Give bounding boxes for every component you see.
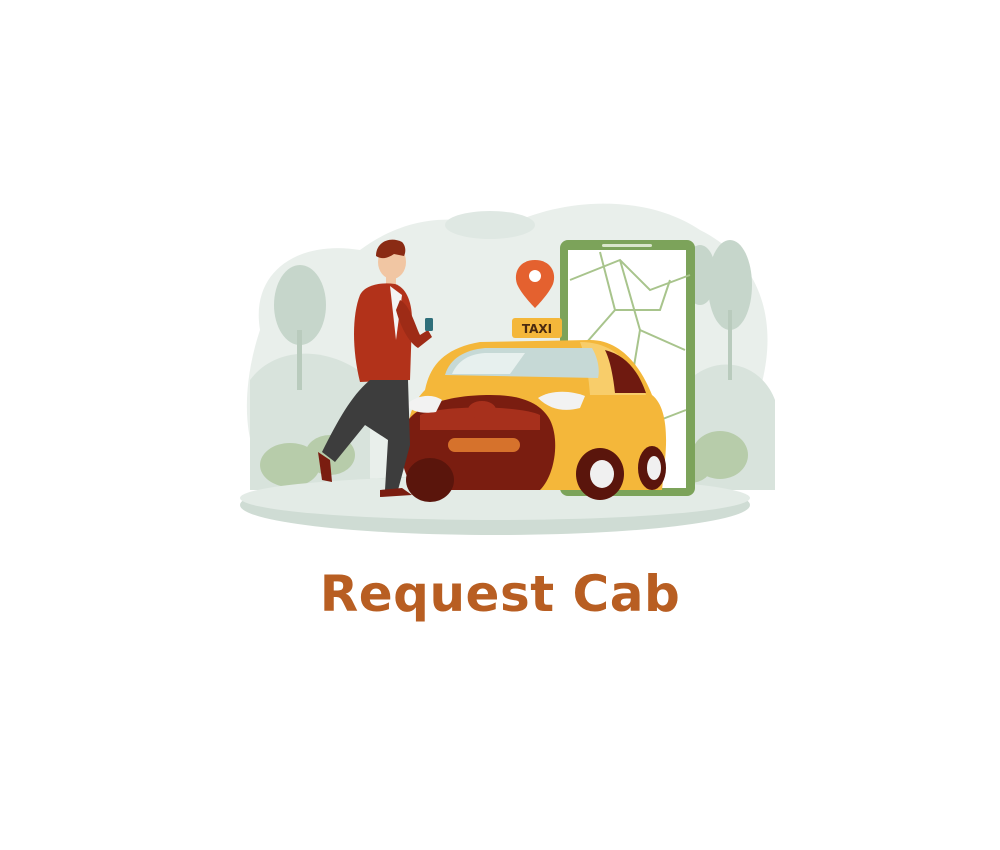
request-cab-illustration: TAXI <box>220 190 780 560</box>
page-title: Request Cab <box>319 565 681 623</box>
taxi-sign-label: TAXI <box>522 322 552 336</box>
